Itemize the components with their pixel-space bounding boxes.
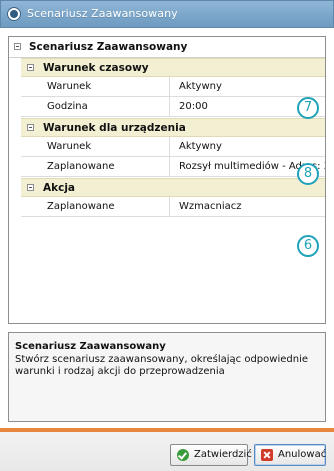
description-panel: Scenariusz Zaawansowany Stwórz scenarius… (8, 332, 326, 422)
property-value[interactable]: Aktywny (179, 81, 222, 92)
column-divider (169, 77, 170, 97)
tree-root[interactable]: Scenariusz Zaawansowany (9, 37, 325, 58)
property-key: Warunek (47, 141, 92, 152)
confirm-button-label: Zatwierdzić (194, 449, 252, 460)
check-icon (177, 449, 189, 461)
group-label: Akcja (43, 182, 76, 194)
column-divider (169, 97, 170, 117)
callout-badge-6: 6 (297, 235, 319, 257)
property-row[interactable]: Zaplanowane Wzmacniacz (21, 197, 325, 217)
property-value[interactable]: Wzmacniacz (179, 201, 242, 212)
property-tree: Scenariusz Zaawansowany Warunek czasowy … (8, 36, 326, 324)
window-titlebar: Scenariusz Zaawansowany (0, 0, 334, 28)
property-row[interactable]: Warunek Aktywny (21, 77, 325, 97)
description-title: Scenariusz Zaawansowany (15, 341, 166, 352)
property-key: Warunek (47, 81, 92, 92)
property-row[interactable]: Warunek Aktywny (21, 137, 325, 157)
property-row[interactable]: Godzina 20:00 (21, 97, 325, 117)
cancel-button-label: Anulować (278, 449, 327, 460)
group-warunek-dla-urzadzenia[interactable]: Warunek dla urządzenia (21, 118, 325, 137)
property-key: Godzina (47, 101, 88, 112)
property-key: Zaplanowane (47, 161, 115, 172)
property-row[interactable]: Zaplanowane Rozsył multimediów - Adres: … (21, 157, 325, 177)
group-akcja[interactable]: Akcja (21, 178, 325, 197)
accent-strip (0, 428, 334, 432)
callout-badge-8: 8 (297, 163, 319, 185)
callout-badge-7: 7 (297, 97, 319, 119)
property-key: Zaplanowane (47, 201, 115, 212)
dialog-footer: Zatwierdzić Anulować (0, 428, 334, 471)
collapse-icon[interactable] (27, 64, 34, 71)
column-divider (169, 137, 170, 157)
column-divider (169, 157, 170, 176)
collapse-icon[interactable] (27, 184, 34, 191)
collapse-icon[interactable] (27, 124, 34, 131)
group-label: Warunek dla urządzenia (43, 122, 186, 134)
window-title: Scenariusz Zaawansowany (27, 7, 178, 20)
tree-root-label: Scenariusz Zaawansowany (29, 41, 188, 53)
group-warunek-czasowy[interactable]: Warunek czasowy (21, 58, 325, 77)
group-label: Warunek czasowy (43, 62, 149, 74)
description-text: Stwórz scenariusz zaawansowany, określaj… (15, 354, 309, 377)
cancel-button[interactable]: Anulować (254, 444, 326, 466)
collapse-icon[interactable] (14, 43, 21, 50)
app-logo-icon (7, 7, 21, 21)
property-value[interactable]: 20:00 (179, 101, 208, 112)
property-value[interactable]: Aktywny (179, 141, 222, 152)
column-divider (169, 197, 170, 217)
close-icon (261, 449, 273, 461)
confirm-button[interactable]: Zatwierdzić (170, 444, 252, 466)
